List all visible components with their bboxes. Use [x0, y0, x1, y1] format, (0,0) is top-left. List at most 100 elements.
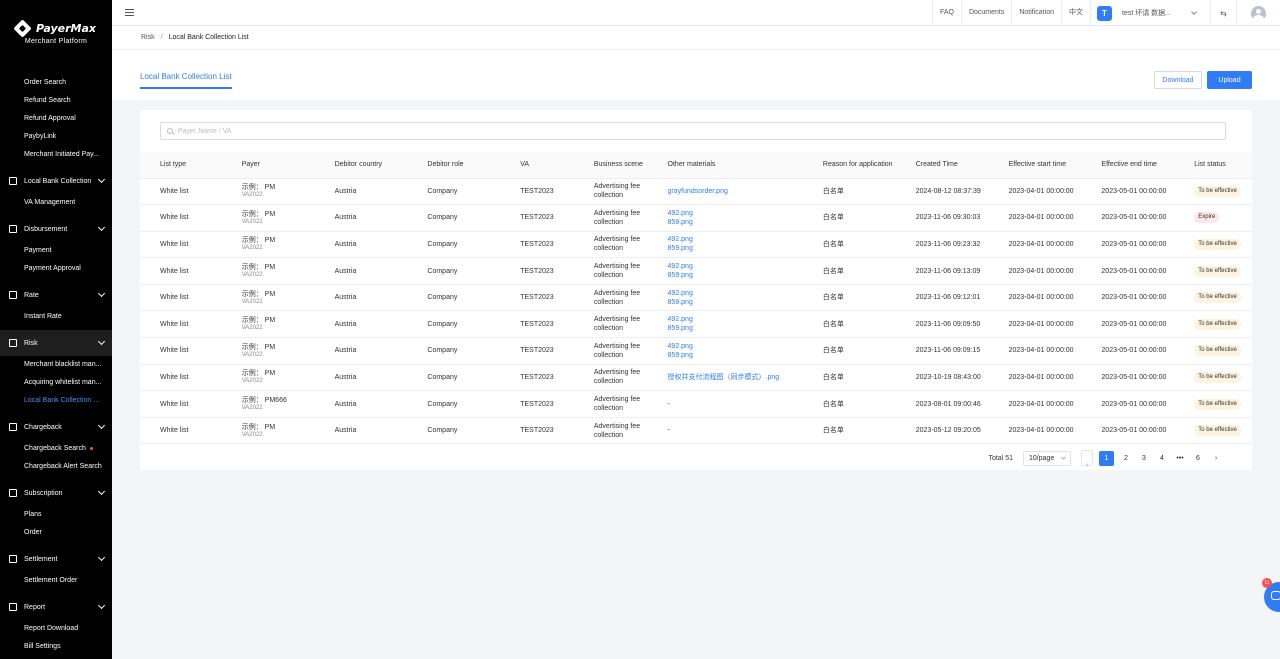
sidebar-item-va-management[interactable]: VA Management: [0, 194, 112, 212]
search-input[interactable]: [178, 127, 578, 135]
business-scene-cont: collection: [593, 378, 624, 386]
material-link[interactable]: 859.png: [668, 351, 803, 360]
sidebar-item-report-download[interactable]: Report Download: [0, 620, 112, 638]
business-scene-cont: collection: [593, 431, 624, 439]
business-scene: Advertising fee: [593, 422, 641, 430]
business-scene: Advertising fee: [593, 396, 641, 404]
debitor-country: Austria: [334, 267, 357, 275]
switch-icon[interactable]: ⇆: [1210, 0, 1236, 26]
table-row[interactable]: White list 示例： PM VA2022 Austria Company TEST…: [140, 257, 1252, 285]
sidebar-item-1[interactable]: Refund Search: [0, 92, 112, 110]
table-row[interactable]: White list 示例： PM VA2022 Austria Company TEST…: [140, 364, 1252, 392]
page-ellipsis[interactable]: •••: [1174, 451, 1186, 466]
material-link[interactable]: grayfundsorder.png: [668, 187, 803, 196]
sidebar-item-instant-rate[interactable]: Instant Rate: [0, 308, 112, 326]
business-scene: Advertising fee: [593, 263, 641, 271]
faq-link[interactable]: FAQ: [931, 0, 961, 26]
table-row[interactable]: White list 示例： PM VA2022 Austria Company TEST…: [140, 337, 1252, 365]
sidebar-group-rate[interactable]: Rate: [0, 282, 112, 308]
material-link[interactable]: 492.png: [668, 235, 803, 244]
page-number[interactable]: 1: [1099, 450, 1114, 466]
sidebar-item-merchant-blacklist-man-[interactable]: Merchant blacklist man...: [0, 356, 112, 374]
sidebar-item-order[interactable]: Order: [0, 524, 112, 542]
va-value: TEST2023: [520, 347, 554, 355]
material-link[interactable]: 492.png: [668, 289, 803, 298]
created-time: 2024-08-12 08:37:39: [915, 187, 981, 195]
sidebar-item-bill-settings[interactable]: Bill Settings: [0, 638, 112, 656]
payer-name: 示例： PM: [241, 210, 276, 218]
table-row[interactable]: White list 示例： PM VA2022 Austria Company TEST…: [140, 310, 1252, 339]
debitor-role: Company: [427, 427, 458, 435]
account-selector[interactable]: T test 坏请 数据...: [1090, 0, 1210, 26]
effective-end-time: 2023-05-01 00:00:00: [1101, 427, 1167, 435]
material-link[interactable]: 859.png: [668, 271, 803, 280]
tab-local-bank-collection-list[interactable]: Local Bank Collection List: [140, 72, 232, 89]
material-link[interactable]: 859.png: [668, 324, 803, 333]
page-number[interactable]: 6: [1192, 451, 1204, 466]
page-size-select[interactable]: 10/page: [1023, 450, 1071, 466]
sidebar-item-acquiring-whitelist-man-[interactable]: Acquiring whitelist man...: [0, 374, 112, 392]
sidebar-item-local-bank-collection-list[interactable]: Local Bank Collection List: [0, 392, 112, 410]
material-link[interactable]: 859.png: [668, 244, 803, 253]
effective-start-time: 2023-04-01 00:00:00: [1008, 347, 1074, 355]
logo[interactable]: PayerMax Merchant Platform: [0, 0, 112, 60]
page-number[interactable]: 4: [1156, 451, 1168, 466]
sidebar-item-0[interactable]: Order Search: [0, 74, 112, 92]
profile-menu[interactable]: [1236, 0, 1280, 26]
sidebar-group-report[interactable]: Report: [0, 594, 112, 620]
debitor-role: Company: [427, 214, 458, 222]
sidebar-group-settlement[interactable]: Settlement: [0, 546, 112, 572]
search-box[interactable]: [160, 122, 1226, 140]
notification-dot: [89, 446, 93, 450]
menu-toggle-icon[interactable]: [116, 0, 142, 26]
chevron-down-icon: [97, 175, 106, 184]
status-badge: To be effective: [1194, 185, 1241, 197]
sidebar-item-2[interactable]: Refund Approval: [0, 110, 112, 128]
language-switch[interactable]: 中文: [1061, 0, 1090, 26]
sidebar-item-plans[interactable]: Plans: [0, 506, 112, 524]
breadcrumb-risk[interactable]: Risk: [141, 34, 155, 41]
material-link[interactable]: 492.png: [668, 315, 803, 324]
table-row[interactable]: White list 示例： PM666 VA2022 Austria Company T…: [140, 390, 1252, 418]
material-link[interactable]: 492.png: [668, 262, 803, 271]
sidebar-item-settlement-order[interactable]: Settlement Order: [0, 572, 112, 590]
sidebar-group-subscription[interactable]: Subscription: [0, 480, 112, 506]
business-scene: Advertising fee: [593, 209, 641, 217]
payer-name: 示例： PM: [241, 423, 276, 431]
sidebar-item-chargeback-search[interactable]: Chargeback Search: [0, 440, 112, 458]
sidebar-item-3[interactable]: PaybyLink: [0, 128, 112, 146]
table-row[interactable]: White list 示例： PM VA2022 Austria Company TEST…: [140, 231, 1252, 259]
notification-link[interactable]: Notification: [1011, 0, 1061, 26]
page-number[interactable]: 3: [1138, 451, 1150, 466]
sidebar-item-4[interactable]: Merchant Initiated Pay...: [0, 146, 112, 164]
table-row[interactable]: White list 示例： PM VA2022 Austria Company TEST…: [140, 284, 1252, 312]
sidebar-group-label: Local Bank Collection: [24, 177, 92, 185]
sidebar-group-chargeback[interactable]: Chargeback: [0, 414, 112, 440]
upload-button[interactable]: Upload: [1207, 71, 1252, 89]
sidebar-item-payment-approval[interactable]: Payment Approval: [0, 260, 112, 278]
sidebar-group-disbursement[interactable]: Disbursement: [0, 216, 112, 242]
sidebar-group-local-bank-collection[interactable]: Local Bank Collection: [0, 168, 112, 194]
material-link[interactable]: 492.png: [668, 342, 803, 351]
material-link[interactable]: 859.png: [668, 298, 803, 307]
next-page-button[interactable]: ›: [1210, 451, 1222, 466]
account-name: test 坏请 数据...: [1122, 10, 1172, 17]
page-number[interactable]: 2: [1120, 451, 1132, 466]
table-row[interactable]: White list 示例： PM VA2022 Austria Company TEST…: [140, 178, 1252, 206]
sidebar-item-payment[interactable]: Payment: [0, 242, 112, 260]
chevron-down-icon: [97, 223, 106, 232]
column-header: Debitor role: [407, 152, 501, 179]
download-button[interactable]: Download: [1154, 71, 1202, 89]
application-reason: 白名单: [822, 214, 844, 222]
table-row[interactable]: White list 示例： PM VA2022 Austria Company TEST…: [140, 204, 1252, 232]
material-link[interactable]: 492.png: [668, 209, 803, 218]
prev-page-button[interactable]: ‹: [1081, 450, 1093, 469]
table-row[interactable]: White list 示例： PM VA2022 Austria Company TEST…: [140, 417, 1252, 445]
debitor-country: Austria: [334, 214, 357, 222]
sidebar-item-label: Bill Settings: [24, 643, 61, 650]
sidebar-item-chargeback-alert-search[interactable]: Chargeback Alert Search: [0, 458, 112, 476]
material-link[interactable]: 859.png: [668, 218, 803, 227]
documents-link[interactable]: Documents: [960, 0, 1011, 26]
material-link[interactable]: 授权并支付流程图（同步模式）.png: [668, 373, 803, 382]
sidebar-group-risk[interactable]: Risk: [0, 330, 112, 356]
